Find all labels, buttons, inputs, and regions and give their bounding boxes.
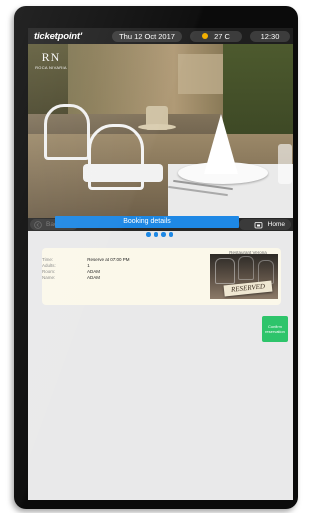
detail-row-adults: Adults: 1: [42, 263, 90, 268]
step-dot: [146, 232, 151, 237]
back-arrow-icon: [34, 220, 42, 229]
confirm-reservation-button[interactable]: Confirm reservation: [262, 316, 288, 342]
step-dot: [153, 232, 158, 237]
restaurant-image: RESERVED: [210, 254, 278, 299]
date-display: Thu 12 Oct 2017: [112, 30, 182, 42]
home-label: Home: [267, 221, 285, 228]
detail-row-time: Time: Reserve at 07:00 PM: [42, 257, 130, 262]
temperature-label: 27 C: [214, 31, 230, 41]
hotel-logo: RN ROCA NIVARIA: [35, 50, 67, 70]
step-indicator: [146, 232, 173, 237]
booking-title-bar: Booking details: [55, 216, 239, 228]
home-button[interactable]: Home: [239, 219, 291, 230]
top-bar: ticketpoint' Thu 12 Oct 2017 27 C 12:30: [28, 28, 293, 44]
detail-row-name: Name: ADAM: [42, 275, 101, 280]
kiosk-screen: ticketpoint' Thu 12 Oct 2017 27 C 12:30 …: [28, 28, 293, 500]
step-dot: [168, 232, 173, 237]
weather-display: 27 C: [190, 30, 242, 42]
home-icon: [254, 221, 263, 228]
hotel-hero-image: RN ROCA NIVARIA: [28, 44, 293, 218]
sun-icon: [202, 33, 209, 39]
detail-row-room: Room: ADAM: [42, 269, 101, 274]
step-dot: [161, 232, 166, 237]
brand-logo: ticketpoint': [34, 30, 82, 42]
time-display: 12:30: [250, 30, 290, 42]
